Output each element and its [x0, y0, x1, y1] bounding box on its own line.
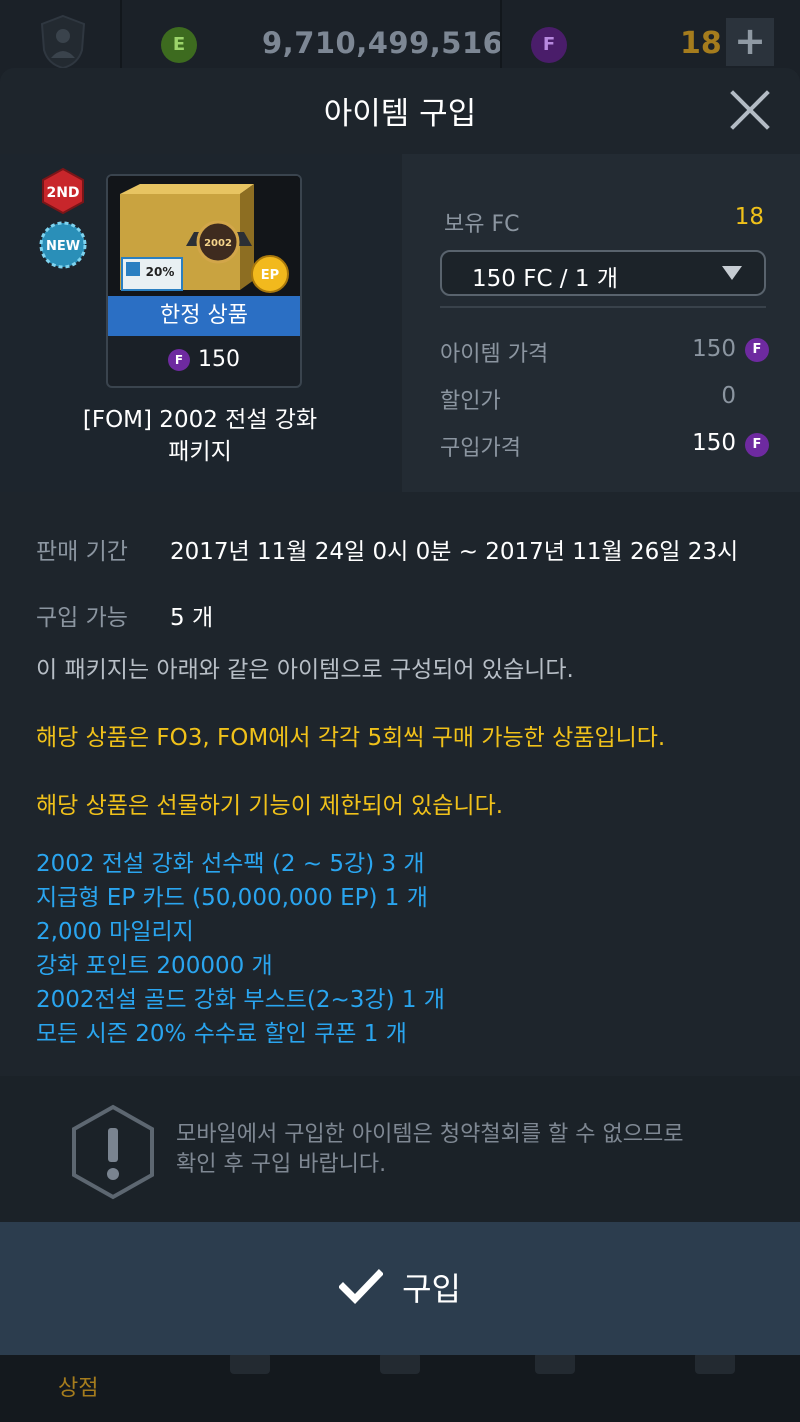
svg-text:2002: 2002: [204, 238, 232, 249]
list-item: 강화 포인트 200000 개: [36, 953, 273, 979]
product-name: [FOM] 2002 전설 강화 패키지: [40, 404, 360, 468]
warning-line1: 모바일에서 구입한 아이템은 청약철회를 할 수 없으므로: [176, 1122, 684, 1147]
list-item: 지급형 EP 카드 (50,000,000 EP) 1 개: [36, 885, 428, 911]
close-icon[interactable]: [728, 88, 772, 132]
nav-icon-2[interactable]: [230, 1352, 270, 1374]
ep-balance: 9,710,499,516: [262, 26, 504, 60]
buy-button[interactable]: 구입: [0, 1222, 800, 1355]
svg-text:EP: EP: [261, 268, 279, 283]
modal-title: 아이템 구입: [323, 96, 477, 132]
purchase-modal: 아이템 구입 2ND NEW 20% 2002 EP 한정 상품 F 150 […: [0, 68, 800, 1355]
f-coin-icon: F: [531, 27, 567, 63]
badge-new-icon: NEW: [39, 221, 87, 269]
nav-shop-label[interactable]: 상점: [58, 1370, 98, 1402]
caret-down-icon: [722, 266, 742, 280]
modal-header: 아이템 구입: [0, 68, 800, 154]
nav-icon-4[interactable]: [535, 1352, 575, 1374]
add-fc-button[interactable]: +: [726, 18, 774, 66]
card-price: F 150: [108, 336, 300, 384]
owned-fc-value: 18: [734, 204, 764, 230]
sale-period-label: 판매 기간: [36, 539, 128, 565]
warning-text: 모바일에서 구입한 아이템은 청약철회를 할 수 없으므로 확인 후 구입 바랍…: [176, 1120, 756, 1180]
notice-purchase-limit: 해당 상품은 FO3, FOM에서 각각 5회씩 구매 가능한 상품입니다.: [36, 725, 666, 751]
purchase-price-value: 150: [692, 430, 736, 456]
limited-product-label: 한정 상품: [108, 296, 300, 336]
list-item: 2002 전설 강화 선수팩 (2 ~ 5강) 3 개: [36, 851, 425, 877]
list-item: 모든 시즌 20% 수수료 할인 쿠폰 1 개: [36, 1021, 407, 1047]
warning-line2: 확인 후 구입 바랍니다.: [176, 1152, 387, 1177]
f-coin-icon: F: [168, 349, 190, 371]
card-price-value: 150: [198, 347, 240, 372]
purchase-limit-value: 5 개: [170, 605, 214, 631]
list-item: 2002전설 골드 강화 부스트(2~3강) 1 개: [36, 987, 445, 1013]
item-price-value: 150: [692, 336, 736, 362]
package-art-image: 20% 2002 EP: [108, 176, 300, 296]
product-name-line1: [FOM] 2002 전설 강화: [82, 407, 318, 433]
f-coin-icon: F: [745, 338, 769, 362]
warning-icon: [72, 1104, 154, 1200]
notice-gift-restricted: 해당 상품은 선물하기 기능이 제한되어 있습니다.: [36, 793, 504, 819]
owned-fc-label: 보유 FC: [444, 212, 520, 237]
discount-label: 할인가: [440, 389, 501, 414]
checkmark-icon: [339, 1269, 383, 1305]
product-name-line2: 패키지: [168, 439, 232, 465]
svg-text:20%: 20%: [146, 265, 175, 279]
discount-value: 0: [721, 383, 736, 409]
list-item: 2,000 마일리지: [36, 919, 194, 945]
e-coin-icon: E: [161, 27, 197, 63]
svg-text:2ND: 2ND: [46, 185, 79, 201]
profile-shield-icon[interactable]: [38, 14, 88, 70]
nav-icon-3[interactable]: [380, 1352, 420, 1374]
divider: [440, 306, 766, 308]
quantity-select[interactable]: 150 FC / 1 개: [440, 250, 766, 296]
package-description: 이 패키지는 아래와 같은 아이템으로 구성되어 있습니다.: [36, 657, 574, 683]
product-card[interactable]: 20% 2002 EP 한정 상품 F 150: [106, 174, 302, 388]
item-price-label: 아이템 가격: [440, 342, 549, 367]
svg-text:NEW: NEW: [46, 239, 80, 254]
sale-period-value: 2017년 11월 24일 0시 0분 ~ 2017년 11월 26일 23시: [170, 539, 739, 565]
purchase-price-label: 구입가격: [440, 436, 521, 461]
f-coin-icon: F: [745, 433, 769, 457]
badge-2nd-icon: 2ND: [42, 168, 84, 214]
fc-count: 18: [680, 26, 722, 61]
buy-button-label: 구입: [402, 1270, 461, 1308]
quantity-select-value: 150 FC / 1 개: [472, 266, 618, 292]
purchase-limit-label: 구입 가능: [36, 605, 128, 631]
nav-icon-5[interactable]: [695, 1352, 735, 1374]
